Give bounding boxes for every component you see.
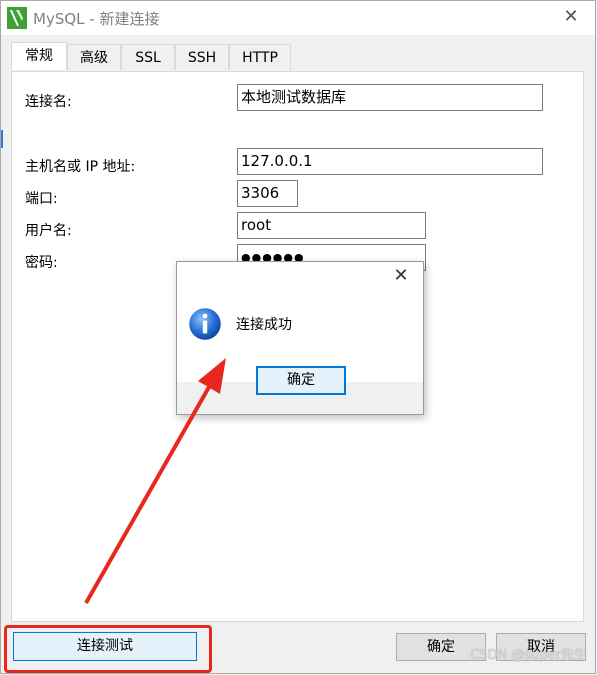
username-label: 用户名:: [25, 223, 72, 239]
connection-success-dialog: ✕ 连接成功 确定: [176, 261, 424, 415]
tab-general[interactable]: 常规: [11, 42, 67, 70]
host-input[interactable]: 127.0.0.1: [237, 148, 543, 175]
info-icon: [187, 306, 223, 342]
dialog-ok-button[interactable]: 确定: [256, 366, 346, 395]
port-input[interactable]: 3306: [237, 180, 298, 207]
window-title: MySQL - 新建连接: [33, 10, 160, 28]
connection-name-input[interactable]: 本地测试数据库: [237, 84, 543, 111]
dialog-close-icon[interactable]: ✕: [391, 266, 411, 286]
dialog-title-bar: ✕: [177, 262, 423, 292]
password-label: 密码:: [25, 255, 58, 271]
username-input[interactable]: root: [237, 212, 426, 239]
host-label: 主机名或 IP 地址:: [25, 159, 136, 175]
port-label: 端口:: [25, 191, 58, 207]
tab-advanced[interactable]: 高级: [67, 44, 121, 70]
csdn-watermark: CSDN @super先生: [470, 648, 587, 663]
tab-ssh[interactable]: SSH: [175, 44, 229, 70]
new-connection-window: MySQL - 新建连接 ✕ 常规 高级 SSL SSH HTTP 连接名: 本…: [0, 0, 596, 674]
navicat-app-icon: [7, 7, 27, 29]
window-close-icon[interactable]: ✕: [561, 7, 581, 27]
dialog-message: 连接成功: [236, 317, 292, 333]
tab-ssl[interactable]: SSL: [121, 44, 175, 70]
tab-http[interactable]: HTTP: [229, 44, 291, 70]
connection-name-label: 连接名:: [25, 94, 72, 110]
test-connection-button[interactable]: 连接测试: [13, 632, 197, 661]
left-edge-marker: [1, 130, 3, 148]
title-bar: MySQL - 新建连接 ✕: [1, 1, 595, 35]
